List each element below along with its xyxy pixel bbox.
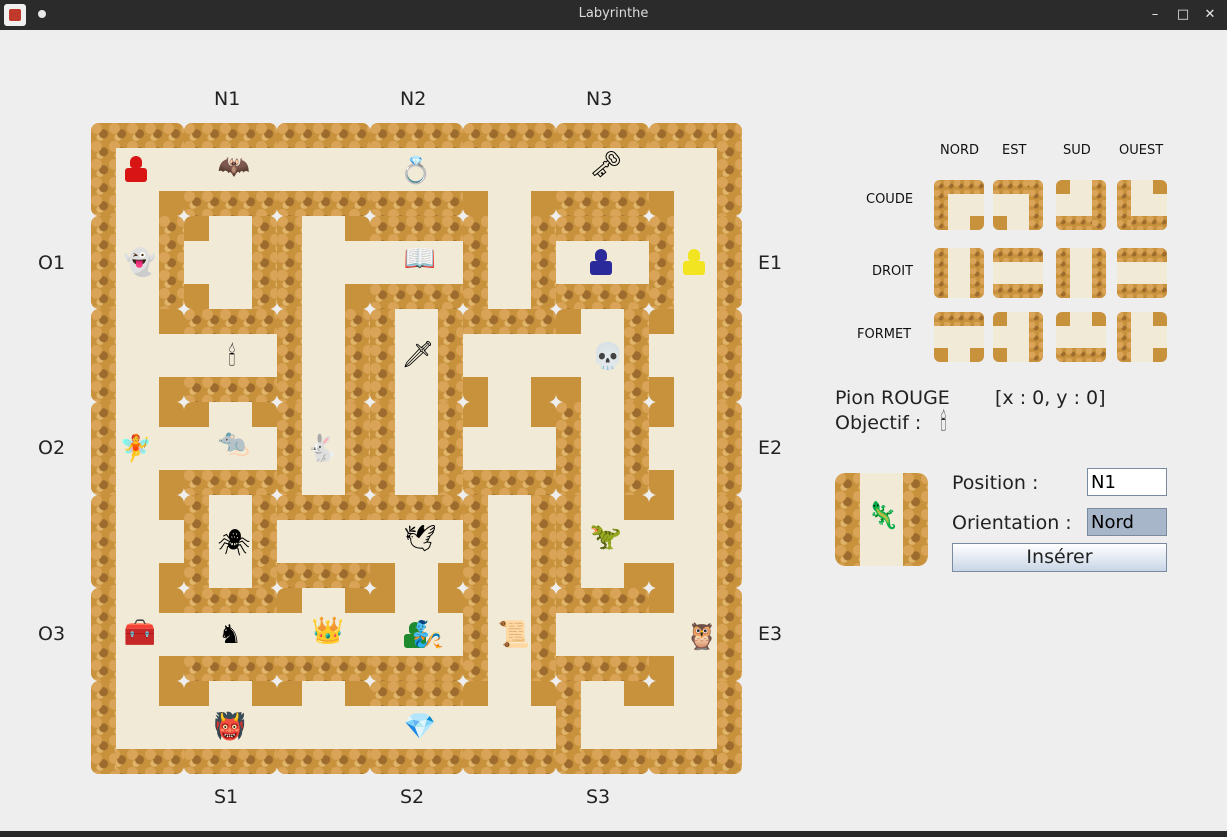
insert-label-o3: O3 <box>38 623 66 645</box>
key-icon: 🗝 <box>589 150 623 180</box>
troll-icon: 👹 <box>213 712 247 742</box>
maze-tile <box>463 495 556 588</box>
maze-tile <box>277 309 370 402</box>
insert-label-n2: N2 <box>400 88 427 110</box>
rat-icon: 🐀 <box>217 428 251 458</box>
insert-label-e1: E1 <box>758 252 783 274</box>
maze-tile <box>370 402 463 495</box>
insert-label-n1: N1 <box>214 88 241 110</box>
book-icon: 📖 <box>403 244 437 274</box>
maze-tile <box>277 216 370 309</box>
emerald-icon: 💎 <box>403 712 437 742</box>
maze-tile <box>463 309 556 402</box>
position-label: Position : <box>952 472 1039 494</box>
header-nord: NORD <box>940 143 979 158</box>
maze-board <box>91 123 742 774</box>
insert-label-s1: S1 <box>214 786 239 808</box>
tile-preview-droit-sud <box>1056 248 1106 298</box>
dove-icon: 🕊 <box>403 524 437 554</box>
dinosaur-icon: 🦖 <box>589 522 623 552</box>
position-field[interactable]: N1 <box>1087 468 1167 496</box>
maze-tile <box>184 216 277 309</box>
owl-icon: 🦉 <box>685 622 719 652</box>
maze-tile <box>649 495 742 588</box>
skull-icon: 💀 <box>591 342 625 372</box>
row-coude: COUDE <box>866 192 914 207</box>
player-name: Pion ROUGE <box>835 387 950 409</box>
ring-icon: 💍 <box>399 156 433 186</box>
maze-tile <box>91 681 184 774</box>
maze-tile <box>91 495 184 588</box>
maze-tile <box>649 309 742 402</box>
tile-preview-formet-est <box>993 312 1043 362</box>
tile-preview-formet-nord <box>934 312 984 362</box>
tile-preview-coude-ouest <box>1117 180 1167 230</box>
insert-label-o1: O1 <box>38 252 66 274</box>
player-coords: [x : 0, y : 0] <box>995 387 1106 409</box>
tile-preview-coude-sud <box>1056 180 1106 230</box>
insert-button[interactable]: Insérer <box>952 543 1167 572</box>
maximize-button[interactable]: □ <box>1172 4 1194 26</box>
knight-icon: ♞ <box>218 620 242 650</box>
ghost-icon: 👻 <box>123 248 157 278</box>
objective-label: Objectif : <box>835 412 922 434</box>
sword-icon: 🗡 <box>401 340 435 370</box>
blue-pawn <box>590 249 612 277</box>
lizard-icon: 🦎 <box>866 501 900 531</box>
maze-tile <box>649 123 742 216</box>
spider-icon: 🕷 <box>217 528 251 558</box>
maze-tile <box>649 681 742 774</box>
insert-label-n3: N3 <box>586 88 613 110</box>
close-button[interactable]: ✕ <box>1199 4 1221 26</box>
bat-icon: 🦇 <box>217 152 251 182</box>
insert-label-s2: S2 <box>400 786 425 808</box>
row-formet: FORMET <box>857 327 912 342</box>
maze-tile <box>463 123 556 216</box>
tile-preview-coude-est <box>993 180 1043 230</box>
insert-label-e2: E2 <box>758 437 783 459</box>
insert-label-s3: S3 <box>586 786 611 808</box>
orientation-label: Orientation : <box>952 512 1072 534</box>
tile-preview-coude-nord <box>934 180 984 230</box>
chest-icon: 🧰 <box>123 618 157 648</box>
candelabra-icon: 🕯 <box>228 342 236 372</box>
header-ouest: OUEST <box>1119 143 1164 158</box>
fairy-icon: 🧚 <box>119 434 153 464</box>
tile-preview-formet-ouest <box>1117 312 1167 362</box>
maze-tile <box>277 123 370 216</box>
minimize-button[interactable]: – <box>1144 4 1166 26</box>
row-droit: DROIT <box>872 264 914 279</box>
window-bottom-border <box>0 831 1227 837</box>
tile-preview-droit-est <box>993 248 1043 298</box>
red-pawn <box>125 156 147 184</box>
tile-preview-droit-nord <box>934 248 984 298</box>
tile-preview-droit-ouest <box>1117 248 1167 298</box>
genie-icon: 🧞 <box>411 620 445 650</box>
objective-candelabra-icon: 🕯 <box>940 408 947 436</box>
tile-preview-formet-sud <box>1056 312 1106 362</box>
maze-tile <box>463 402 556 495</box>
window-title: Labyrinthe <box>578 6 649 21</box>
yellow-pawn <box>683 249 705 277</box>
maze-tile <box>277 495 370 588</box>
maze-tile <box>277 681 370 774</box>
maze-tile <box>556 588 649 681</box>
header-sud: SUD <box>1063 143 1091 158</box>
orientation-field[interactable]: Nord <box>1087 508 1167 536</box>
scroll-icon: 📜 <box>497 620 531 650</box>
current-tile: 🦎 <box>835 473 928 566</box>
maze-tile <box>463 681 556 774</box>
maze-tile <box>556 681 649 774</box>
insert-label-o2: O2 <box>38 437 66 459</box>
maze-tile <box>649 402 742 495</box>
maze-tile <box>91 309 184 402</box>
insert-label-e3: E3 <box>758 623 783 645</box>
header-est: EST <box>1002 143 1027 158</box>
maze-tile <box>463 216 556 309</box>
crown-icon: 👑 <box>311 616 345 646</box>
rabbit-icon: 🐇 <box>305 434 339 464</box>
title-bar: Labyrinthe – □ ✕ <box>0 0 1227 30</box>
maze-tile <box>556 402 649 495</box>
